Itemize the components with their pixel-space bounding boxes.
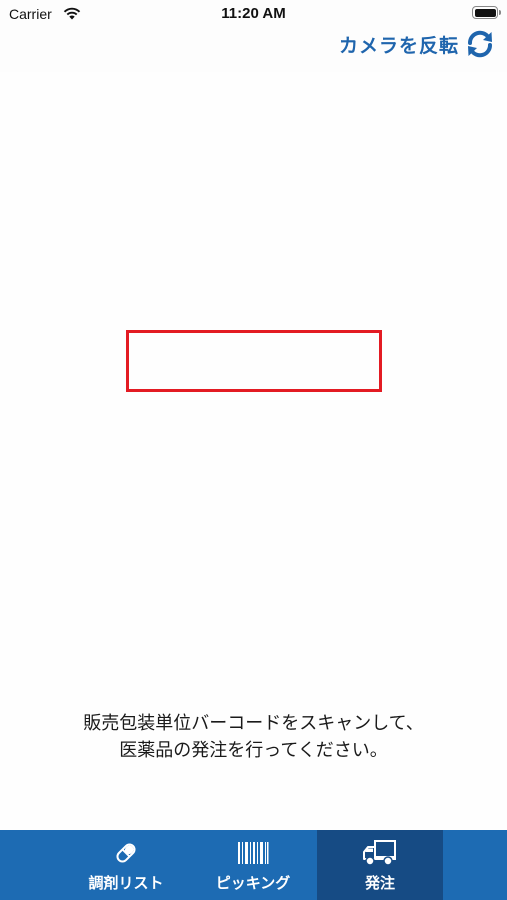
tab-order[interactable]: 発注 [317,830,443,900]
tab-bar: 調剤リスト ピッキング 発注 [0,830,507,900]
nav-header: カメラを反転 [0,26,507,64]
truck-icon [363,839,396,866]
tab-label: ピッキング [215,873,291,892]
camera-preview: 販売包装単位バーコードをスキャンして、 医薬品の発注を行ってください。 [0,72,507,830]
tab-picking[interactable]: ピッキング [190,830,316,900]
tab-label: 調剤リスト [88,873,164,892]
screen: Carrier 11:20 AM カメラを反転 販売包装単位バーコードをスキャン… [0,0,507,900]
refresh-icon [467,30,493,58]
status-time: 11:20 AM [221,5,286,22]
tab-dispensing-list[interactable]: 調剤リスト [63,830,189,900]
battery-icon [472,6,498,19]
flip-camera-button[interactable]: カメラを反転 [339,28,495,60]
scan-frame [126,330,382,392]
barcode-icon [238,841,269,864]
flip-camera-label: カメラを反転 [338,34,459,57]
tab-label: 発注 [364,873,395,892]
instruction-line-1: 販売包装単位バーコードをスキャンして、 [83,713,424,734]
pill-icon [116,842,136,863]
scan-instruction: 販売包装単位バーコードをスキャンして、 医薬品の発注を行ってください。 [0,710,507,764]
instruction-line-2: 医薬品の発注を行ってください。 [119,740,388,761]
